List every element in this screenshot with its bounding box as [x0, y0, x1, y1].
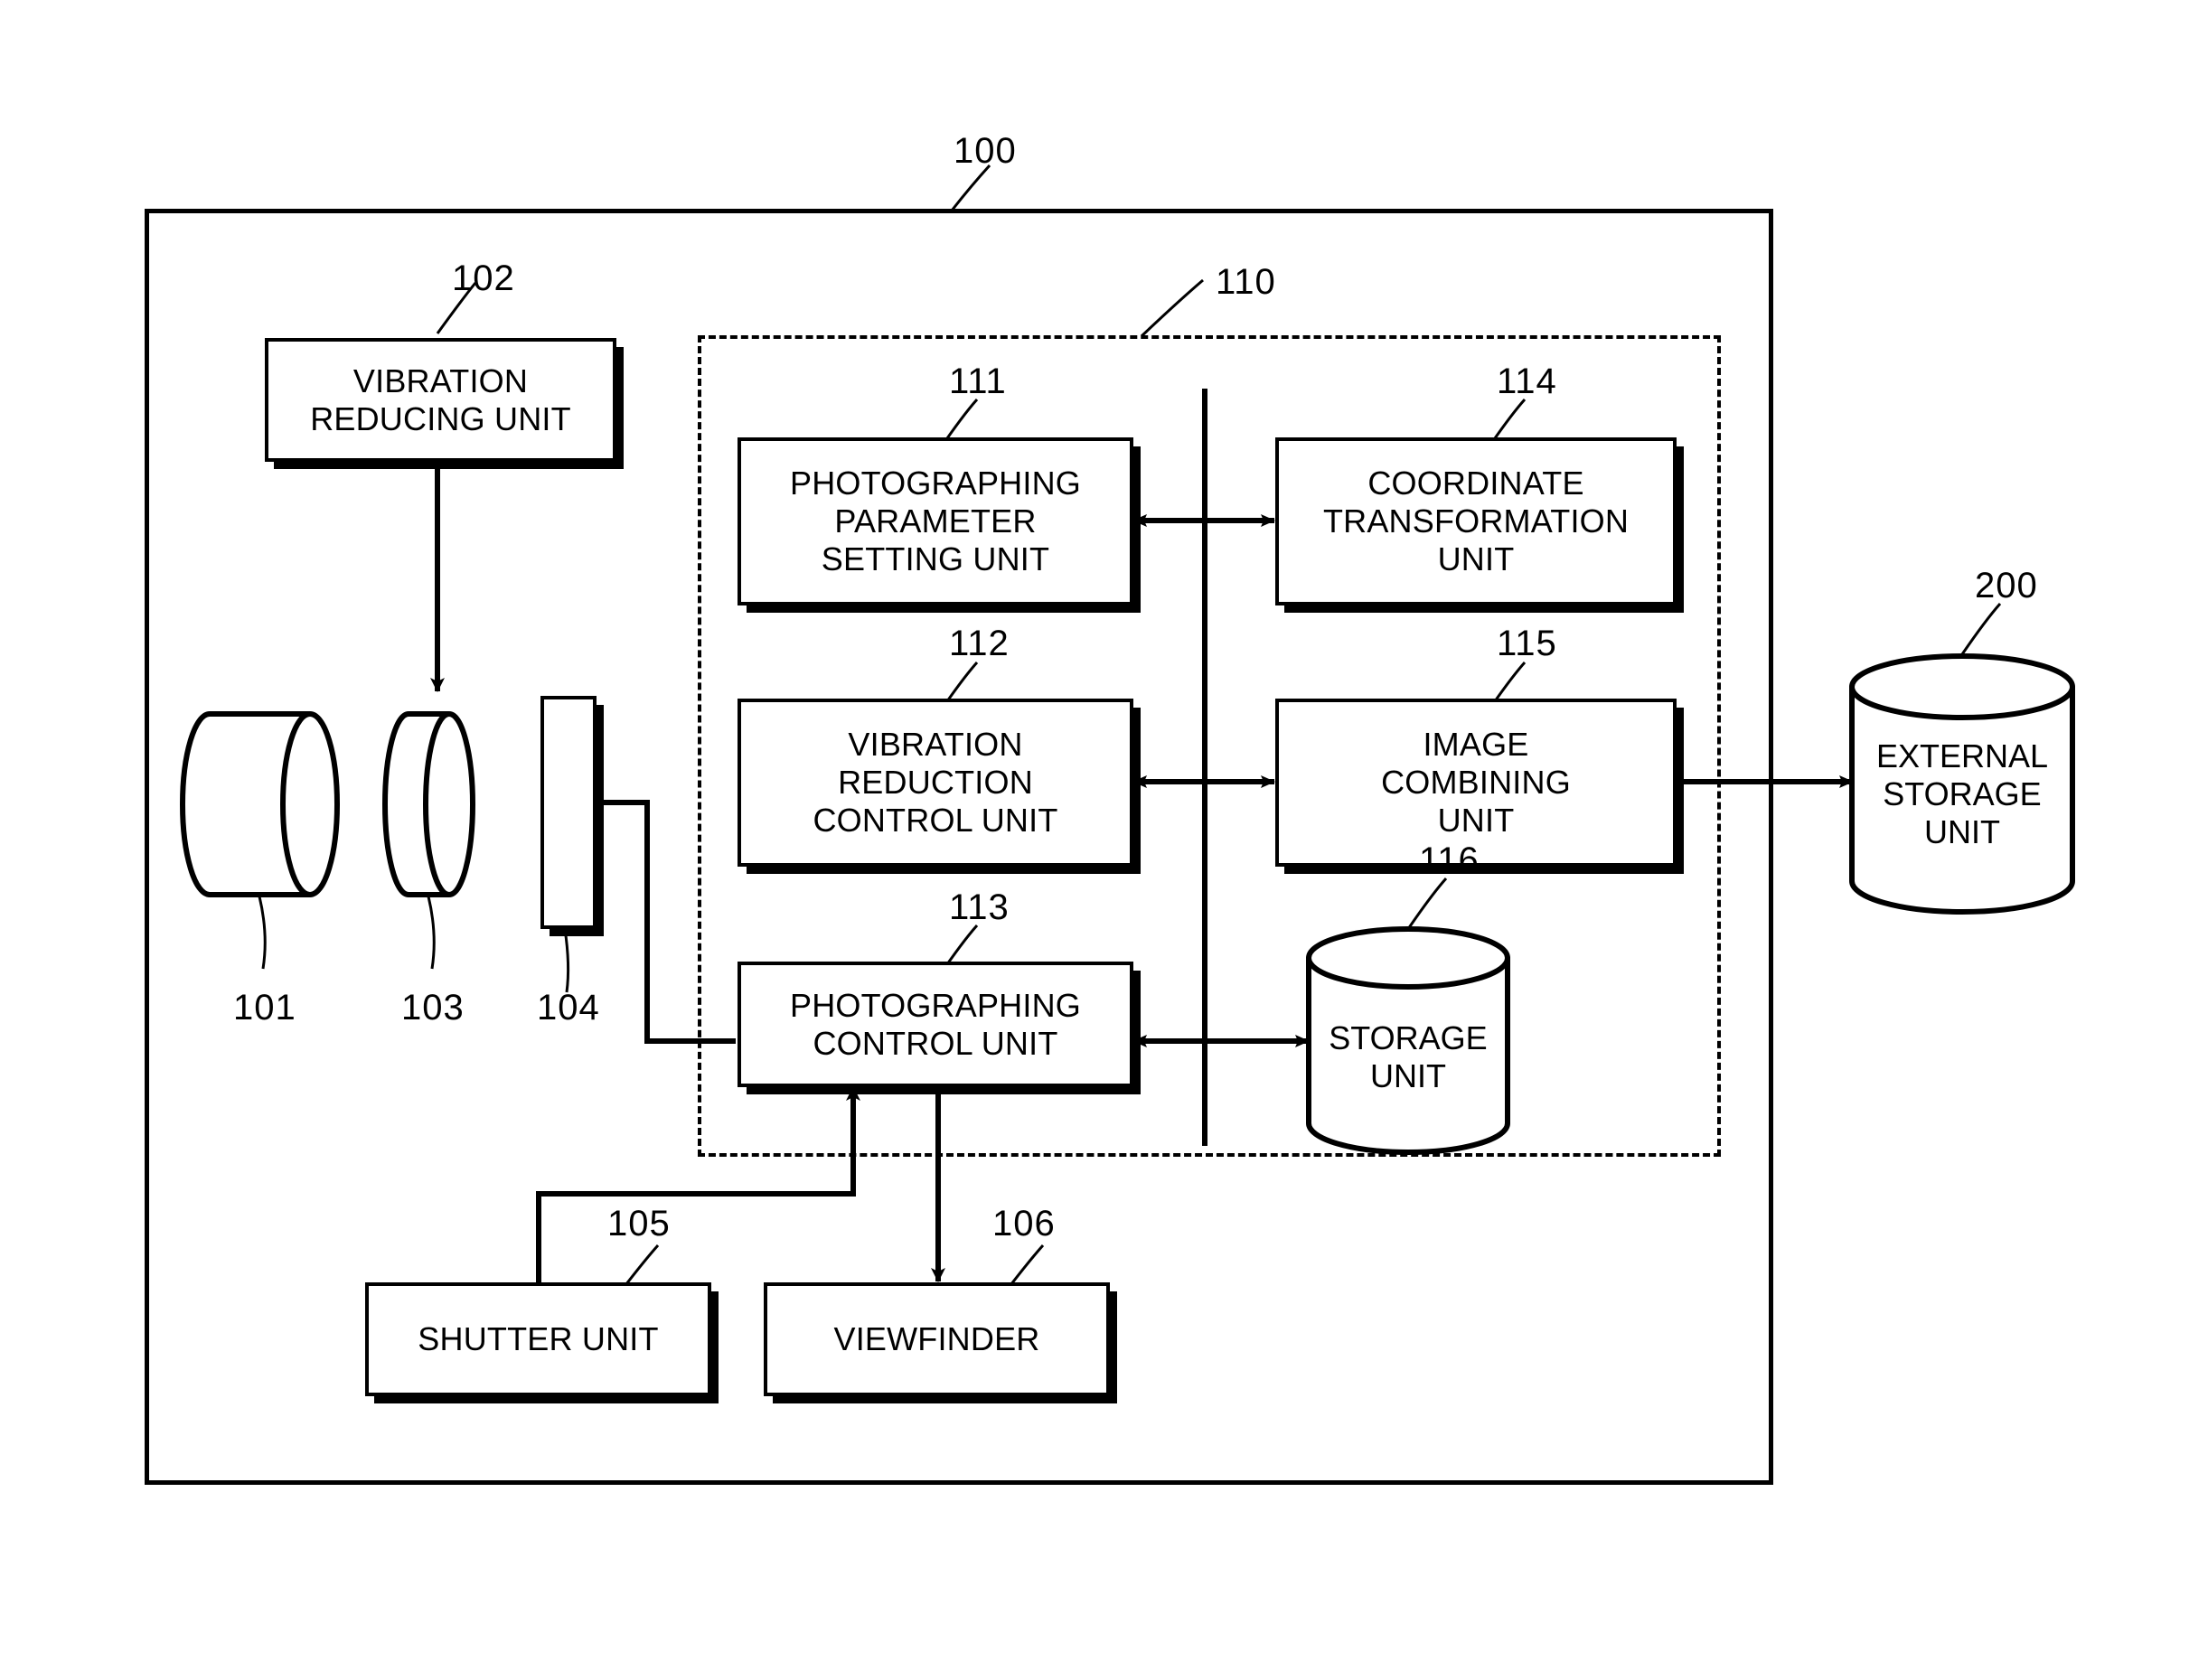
leader-100: [950, 164, 991, 211]
ref-111: 111: [949, 361, 1007, 401]
vibration-reducing-unit-line2: REDUCING UNIT: [310, 399, 571, 437]
vibration-reduction-control-unit-line3: CONTROL UNIT: [813, 801, 1058, 839]
external-storage-unit-label: EXTERNAL STORAGE UNIT: [1852, 737, 2072, 850]
vibration-reduction-control-unit-line2: REDUCTION: [838, 764, 1033, 802]
leader-200: [1960, 603, 2002, 655]
ref-103: 103: [401, 988, 465, 1028]
ref-116: 116: [1419, 840, 1480, 880]
ref-112: 112: [949, 624, 1010, 663]
image-sensor-104[interactable]: [540, 696, 597, 929]
image-combining-unit-line1: IMAGE: [1423, 726, 1529, 764]
vibration-reducing-unit-line1: VIBRATION: [352, 361, 529, 399]
vibration-reducing-unit-block[interactable]: VIBRATION REDUCING UNIT: [265, 338, 616, 462]
shutter-unit-block[interactable]: SHUTTER UNIT: [365, 1282, 711, 1396]
ref-106: 106: [992, 1204, 1056, 1244]
image-combining-unit-line3: UNIT: [1437, 801, 1515, 839]
image-combining-unit-line2: COMBINING: [1381, 764, 1571, 802]
ref-110: 110: [1216, 262, 1276, 302]
ref-113: 113: [949, 887, 1010, 927]
photographing-parameter-setting-unit-line3: SETTING UNIT: [821, 540, 1050, 577]
coordinate-transformation-unit-line1: COORDINATE: [1367, 465, 1584, 502]
photographing-control-unit-line1: PHOTOGRAPHING: [790, 986, 1081, 1024]
ref-102: 102: [452, 258, 515, 298]
photographing-control-unit-block[interactable]: PHOTOGRAPHING CONTROL UNIT: [738, 962, 1133, 1087]
viewfinder-block[interactable]: VIEWFINDER: [764, 1282, 1110, 1396]
coordinate-transformation-unit-line3: UNIT: [1437, 540, 1515, 577]
ref-100: 100: [954, 131, 1017, 171]
external-storage-unit-line3: UNIT: [1924, 812, 2000, 850]
patent-figure-canvas: VIBRATION REDUCING UNIT PHOTOGRAPHING PA…: [0, 0, 2208, 1680]
ref-200: 200: [1975, 566, 2038, 605]
vibration-reduction-control-unit-block[interactable]: VIBRATION REDUCTION CONTROL UNIT: [738, 699, 1133, 867]
photographing-parameter-setting-unit-block[interactable]: PHOTOGRAPHING PARAMETER SETTING UNIT: [738, 437, 1133, 605]
vibration-reduction-control-unit-line1: VIBRATION: [848, 726, 1023, 764]
external-storage-unit-line1: EXTERNAL: [1875, 737, 2049, 774]
photographing-parameter-setting-unit-line1: PHOTOGRAPHING: [790, 465, 1081, 502]
viewfinder-label: VIEWFINDER: [833, 1320, 1040, 1358]
coordinate-transformation-unit-block[interactable]: COORDINATE TRANSFORMATION UNIT: [1275, 437, 1677, 605]
coordinate-transformation-unit-line2: TRANSFORMATION: [1322, 502, 1630, 540]
photographing-parameter-setting-unit-line2: PARAMETER: [834, 502, 1037, 540]
ref-105: 105: [607, 1204, 671, 1244]
external-storage-unit-cylinder-200: [1849, 653, 2075, 915]
ref-115: 115: [1497, 624, 1557, 663]
photographing-control-unit-line2: CONTROL UNIT: [813, 1024, 1058, 1062]
ref-101: 101: [233, 988, 296, 1028]
ref-104: 104: [537, 988, 600, 1028]
ref-114: 114: [1497, 361, 1557, 401]
shutter-unit-label: SHUTTER UNIT: [418, 1320, 659, 1358]
external-storage-unit-line2: STORAGE: [1883, 774, 2042, 812]
